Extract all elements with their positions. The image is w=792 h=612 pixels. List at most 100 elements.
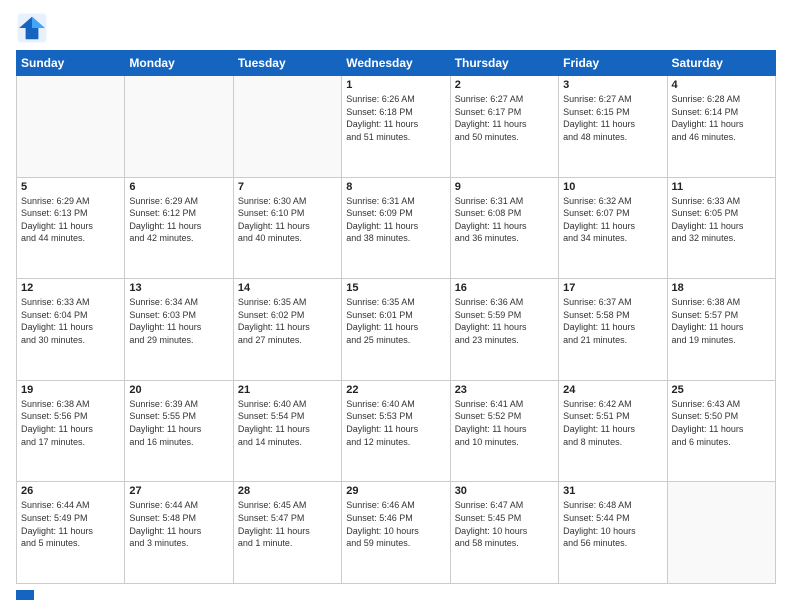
day-number: 7: [238, 181, 337, 193]
day-cell: [233, 76, 341, 178]
day-info: Sunrise: 6:30 AM Sunset: 6:10 PM Dayligh…: [238, 195, 337, 245]
day-number: 18: [672, 282, 771, 294]
day-cell: 17 Sunrise: 6:37 AM Sunset: 5:58 PM Dayli…: [559, 279, 667, 381]
day-info: Sunrise: 6:29 AM Sunset: 6:12 PM Dayligh…: [129, 195, 228, 245]
day-info: Sunrise: 6:27 AM Sunset: 6:15 PM Dayligh…: [563, 93, 662, 143]
day-number: 11: [672, 181, 771, 193]
calendar-table: SundayMondayTuesdayWednesdayThursdayFrid…: [16, 50, 776, 584]
day-cell: 8Sunrise: 6:31 AM Sunset: 6:09 PM Daylig…: [342, 177, 450, 279]
day-info: Sunrise: 6:35 AM Sunset: 6:01 PM Dayligh…: [346, 296, 445, 346]
day-number: 5: [21, 181, 120, 193]
day-info: Sunrise: 6:28 AM Sunset: 6:14 PM Dayligh…: [672, 93, 771, 143]
day-info: Sunrise: 6:42 AM Sunset: 5:51 PM Dayligh…: [563, 398, 662, 448]
day-number: 27: [129, 485, 228, 497]
day-number: 2: [455, 79, 554, 91]
day-cell: 13Sunrise: 6:34 AM Sunset: 6:03 PM Dayli…: [125, 279, 233, 381]
day-info: Sunrise: 6:27 AM Sunset: 6:17 PM Dayligh…: [455, 93, 554, 143]
day-cell: 6Sunrise: 6:29 AM Sunset: 6:12 PM Daylig…: [125, 177, 233, 279]
day-info: Sunrise: 6:34 AM Sunset: 6:03 PM Dayligh…: [129, 296, 228, 346]
day-cell: 10 Sunrise: 6:32 AM Sunset: 6:07 PM Dayli…: [559, 177, 667, 279]
day-cell: 14Sunrise: 6:35 AM Sunset: 6:02 PM Dayli…: [233, 279, 341, 381]
day-info: Sunrise: 6:32 AM Sunset: 6:07 PM Dayligh…: [563, 195, 662, 245]
day-info: Sunrise: 6:45 AM Sunset: 5:47 PM Dayligh…: [238, 499, 337, 549]
day-info: Sunrise: 6:41 AM Sunset: 5:52 PM Dayligh…: [455, 398, 554, 448]
day-number: 10: [563, 181, 662, 193]
header-day-saturday: Saturday: [667, 51, 775, 76]
legend: [16, 590, 776, 600]
day-info: Sunrise: 6:35 AM Sunset: 6:02 PM Dayligh…: [238, 296, 337, 346]
day-number: 15: [346, 282, 445, 294]
day-info: Sunrise: 6:33 AM Sunset: 6:05 PM Dayligh…: [672, 195, 771, 245]
header-day-wednesday: Wednesday: [342, 51, 450, 76]
day-cell: 31Sunrise: 6:48 AM Sunset: 5:44 PM Dayli…: [559, 482, 667, 584]
day-cell: [125, 76, 233, 178]
calendar-body: 1 Sunrise: 6:26 AM Sunset: 6:18 PM Daylig…: [17, 76, 776, 584]
day-info: Sunrise: 6:40 AM Sunset: 5:53 PM Dayligh…: [346, 398, 445, 448]
day-number: 28: [238, 485, 337, 497]
day-info: Sunrise: 6:47 AM Sunset: 5:45 PM Dayligh…: [455, 499, 554, 549]
day-cell: 5 Sunrise: 6:29 AM Sunset: 6:13 PM Daylig…: [17, 177, 125, 279]
day-info: Sunrise: 6:40 AM Sunset: 5:54 PM Dayligh…: [238, 398, 337, 448]
day-info: Sunrise: 6:38 AM Sunset: 5:57 PM Dayligh…: [672, 296, 771, 346]
day-cell: 18 Sunrise: 6:38 AM Sunset: 5:57 PM Dayli…: [667, 279, 775, 381]
day-info: Sunrise: 6:29 AM Sunset: 6:13 PM Dayligh…: [21, 195, 120, 245]
day-cell: 21 Sunrise: 6:40 AM Sunset: 5:54 PM Dayli…: [233, 380, 341, 482]
week-row-3: 12 Sunrise: 6:33 AM Sunset: 6:04 PM Dayli…: [17, 279, 776, 381]
day-number: 25: [672, 384, 771, 396]
day-cell: 28 Sunrise: 6:45 AM Sunset: 5:47 PM Dayli…: [233, 482, 341, 584]
day-info: Sunrise: 6:36 AM Sunset: 5:59 PM Dayligh…: [455, 296, 554, 346]
day-number: 17: [563, 282, 662, 294]
header-day-tuesday: Tuesday: [233, 51, 341, 76]
header-day-monday: Monday: [125, 51, 233, 76]
day-cell: 27 Sunrise: 6:44 AM Sunset: 5:48 PM Dayli…: [125, 482, 233, 584]
day-cell: 16 Sunrise: 6:36 AM Sunset: 5:59 PM Dayli…: [450, 279, 558, 381]
day-cell: 9Sunrise: 6:31 AM Sunset: 6:08 PM Daylig…: [450, 177, 558, 279]
day-number: 16: [455, 282, 554, 294]
page: SundayMondayTuesdayWednesdayThursdayFrid…: [0, 0, 792, 612]
day-info: Sunrise: 6:37 AM Sunset: 5:58 PM Dayligh…: [563, 296, 662, 346]
day-number: 22: [346, 384, 445, 396]
day-number: 3: [563, 79, 662, 91]
day-info: Sunrise: 6:43 AM Sunset: 5:50 PM Dayligh…: [672, 398, 771, 448]
day-cell: 1 Sunrise: 6:26 AM Sunset: 6:18 PM Daylig…: [342, 76, 450, 178]
logo: [16, 12, 52, 44]
day-info: Sunrise: 6:33 AM Sunset: 6:04 PM Dayligh…: [21, 296, 120, 346]
logo-icon: [16, 12, 48, 44]
day-cell: 26 Sunrise: 6:44 AM Sunset: 5:49 PM Dayli…: [17, 482, 125, 584]
day-cell: 29Sunrise: 6:46 AM Sunset: 5:46 PM Dayli…: [342, 482, 450, 584]
header: [16, 12, 776, 44]
day-cell: [667, 482, 775, 584]
day-info: Sunrise: 6:44 AM Sunset: 5:48 PM Dayligh…: [129, 499, 228, 549]
day-number: 20: [129, 384, 228, 396]
day-info: Sunrise: 6:38 AM Sunset: 5:56 PM Dayligh…: [21, 398, 120, 448]
day-number: 26: [21, 485, 120, 497]
day-info: Sunrise: 6:44 AM Sunset: 5:49 PM Dayligh…: [21, 499, 120, 549]
week-row-2: 5 Sunrise: 6:29 AM Sunset: 6:13 PM Daylig…: [17, 177, 776, 279]
header-day-sunday: Sunday: [17, 51, 125, 76]
day-cell: 19 Sunrise: 6:38 AM Sunset: 5:56 PM Dayli…: [17, 380, 125, 482]
day-number: 12: [21, 282, 120, 294]
day-cell: 12 Sunrise: 6:33 AM Sunset: 6:04 PM Dayli…: [17, 279, 125, 381]
day-number: 21: [238, 384, 337, 396]
day-cell: [17, 76, 125, 178]
day-info: Sunrise: 6:46 AM Sunset: 5:46 PM Dayligh…: [346, 499, 445, 549]
legend-bar: [16, 590, 34, 600]
day-number: 24: [563, 384, 662, 396]
day-number: 8: [346, 181, 445, 193]
day-cell: 7 Sunrise: 6:30 AM Sunset: 6:10 PM Daylig…: [233, 177, 341, 279]
day-number: 1: [346, 79, 445, 91]
day-cell: 4Sunrise: 6:28 AM Sunset: 6:14 PM Daylig…: [667, 76, 775, 178]
week-row-1: 1 Sunrise: 6:26 AM Sunset: 6:18 PM Daylig…: [17, 76, 776, 178]
week-row-5: 26 Sunrise: 6:44 AM Sunset: 5:49 PM Dayli…: [17, 482, 776, 584]
day-info: Sunrise: 6:48 AM Sunset: 5:44 PM Dayligh…: [563, 499, 662, 549]
day-cell: 23Sunrise: 6:41 AM Sunset: 5:52 PM Dayli…: [450, 380, 558, 482]
day-cell: 20Sunrise: 6:39 AM Sunset: 5:55 PM Dayli…: [125, 380, 233, 482]
day-cell: 11 Sunrise: 6:33 AM Sunset: 6:05 PM Dayli…: [667, 177, 775, 279]
day-number: 19: [21, 384, 120, 396]
day-cell: 3 Sunrise: 6:27 AM Sunset: 6:15 PM Daylig…: [559, 76, 667, 178]
day-info: Sunrise: 6:26 AM Sunset: 6:18 PM Dayligh…: [346, 93, 445, 143]
day-cell: 15 Sunrise: 6:35 AM Sunset: 6:01 PM Dayli…: [342, 279, 450, 381]
header-row: SundayMondayTuesdayWednesdayThursdayFrid…: [17, 51, 776, 76]
day-cell: 30 Sunrise: 6:47 AM Sunset: 5:45 PM Dayli…: [450, 482, 558, 584]
day-number: 30: [455, 485, 554, 497]
